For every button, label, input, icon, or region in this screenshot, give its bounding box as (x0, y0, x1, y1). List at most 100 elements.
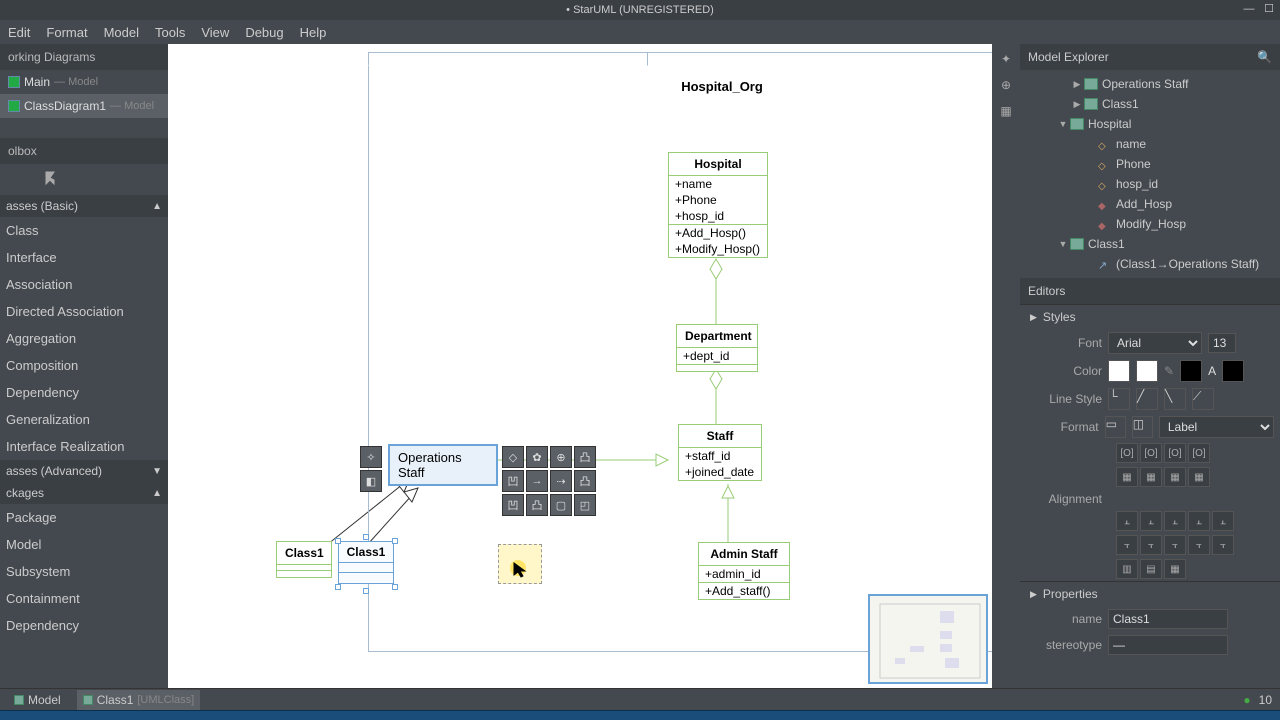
tree-node-operations-staff[interactable]: ▶Operations Staff (1020, 74, 1280, 94)
tool-subsystem[interactable]: Subsystem (0, 558, 168, 585)
fmt-btn[interactable]: [O] (1188, 443, 1210, 463)
nav-icon[interactable]: ⊕ (997, 76, 1015, 94)
tree-node-class1[interactable]: ▶Class1 (1020, 94, 1280, 114)
align-btn[interactable]: ⫟ (1140, 535, 1162, 555)
tool-association[interactable]: Association (0, 271, 168, 298)
tool-dependency[interactable]: Dependency (0, 379, 168, 406)
tool-composition[interactable]: Composition (0, 352, 168, 379)
toolbox-section-basic[interactable]: asses (Basic)▲ (0, 195, 168, 217)
quickedit-button[interactable]: ◧ (360, 470, 382, 492)
tool-dependency-pkg[interactable]: Dependency (0, 612, 168, 639)
fmt-btn[interactable]: ▦ (1116, 467, 1138, 487)
diagram-canvas[interactable]: Hospital_Org Hospital +name +Phone +hosp… (168, 44, 992, 688)
class-operations-staff[interactable]: Operations Staff (388, 444, 498, 486)
quickedit-button[interactable]: ⊕ (550, 446, 572, 468)
quickedit-button[interactable]: 凸 (574, 470, 596, 492)
align-btn[interactable]: ⫠ (1140, 511, 1162, 531)
quickedit-button[interactable]: ◰ (574, 494, 596, 516)
tree-node-relation[interactable]: (Class1→Operations Staff) (1020, 254, 1280, 274)
tree-node-modifyhosp[interactable]: Modify_Hosp (1020, 214, 1280, 234)
selection-handle[interactable] (363, 588, 369, 594)
class-class1-a[interactable]: Class1 (276, 541, 332, 578)
prop-name-input[interactable] (1108, 609, 1228, 629)
minimize-button[interactable]: — (1242, 2, 1256, 16)
align-btn[interactable]: ▦ (1164, 559, 1186, 579)
tree-node-phone[interactable]: Phone (1020, 154, 1280, 174)
toolbox-section-advanced[interactable]: asses (Advanced)▼ (0, 460, 168, 482)
select-tool[interactable] (0, 164, 168, 195)
extensions-icon[interactable]: ✦ (997, 50, 1015, 68)
class-hospital[interactable]: Hospital +name +Phone +hosp_id +Add_Hosp… (668, 152, 768, 258)
linestyle-btn[interactable]: ⟋ (1192, 388, 1214, 410)
linestyle-btn[interactable]: └ (1108, 388, 1130, 410)
tool-directed-association[interactable]: Directed Association (0, 298, 168, 325)
quickedit-button[interactable]: 凸 (526, 494, 548, 516)
properties-section[interactable]: ▶ Properties (1020, 581, 1280, 606)
class-class1-b[interactable]: Class1 (338, 541, 394, 584)
tree-node-hospital[interactable]: ▼Hospital (1020, 114, 1280, 134)
menu-help[interactable]: Help (300, 25, 327, 40)
align-btn[interactable]: ⫟ (1116, 535, 1138, 555)
menu-debug[interactable]: Debug (245, 25, 283, 40)
fmt-btn[interactable]: ▦ (1164, 467, 1186, 487)
selection-handle[interactable] (335, 538, 341, 544)
linestyle-btn[interactable]: ╲ (1164, 388, 1186, 410)
text-color-swatch[interactable] (1222, 360, 1244, 382)
quickedit-button[interactable]: ✧ (360, 446, 382, 468)
toolbox-section-packages[interactable]: ckages▲ (0, 482, 168, 504)
fmt-btn[interactable]: [O] (1164, 443, 1186, 463)
minimap[interactable] (868, 594, 988, 684)
align-btn[interactable]: ▤ (1140, 559, 1162, 579)
menu-format[interactable]: Format (46, 25, 87, 40)
maximize-button[interactable]: ☐ (1262, 2, 1276, 16)
class-staff[interactable]: Staff +staff_id +joined_date (678, 424, 762, 481)
linestyle-btn[interactable]: ╱ (1136, 388, 1158, 410)
search-icon[interactable]: 🔍 (1257, 50, 1272, 64)
class-admin-staff[interactable]: Admin Staff +admin_id +Add_staff() (698, 542, 790, 600)
quickedit-button[interactable]: 凸 (574, 446, 596, 468)
format-btn[interactable]: ▭ (1105, 416, 1126, 438)
fill-color-swatch[interactable] (1108, 360, 1130, 382)
class-department[interactable]: Department +dept_id (676, 324, 758, 372)
font-select[interactable]: Arial (1108, 332, 1202, 354)
align-btn[interactable]: ⫟ (1212, 535, 1234, 555)
selection-handle[interactable] (392, 538, 398, 544)
menu-model[interactable]: Model (104, 25, 139, 40)
tool-interface[interactable]: Interface (0, 244, 168, 271)
align-btn[interactable]: ▥ (1116, 559, 1138, 579)
quickedit-button[interactable]: 凹 (502, 470, 524, 492)
align-btn[interactable]: ⫠ (1164, 511, 1186, 531)
line-color-swatch[interactable] (1180, 360, 1202, 382)
diagram-item-main[interactable]: Main — Model (0, 70, 168, 94)
grid-icon[interactable]: ▦ (997, 102, 1015, 120)
tree-node-class1-2[interactable]: ▼Class1 (1020, 234, 1280, 254)
tree-node-name[interactable]: name (1020, 134, 1280, 154)
tool-model[interactable]: Model (0, 531, 168, 558)
quickedit-button[interactable]: ◇ (502, 446, 524, 468)
font-size-input[interactable] (1208, 333, 1236, 353)
align-btn[interactable]: ⫠ (1212, 511, 1234, 531)
selection-handle[interactable] (392, 584, 398, 590)
format-btn[interactable]: ◫ (1132, 416, 1153, 438)
diagram-item-classdiagram1[interactable]: ClassDiagram1 — Model (0, 94, 168, 118)
tool-package[interactable]: Package (0, 504, 168, 531)
selection-handle[interactable] (363, 534, 369, 540)
selection-handle[interactable] (335, 584, 341, 590)
prop-stereotype-input[interactable] (1108, 635, 1228, 655)
quickedit-button[interactable]: → (526, 470, 548, 492)
tool-aggregation[interactable]: Aggregation (0, 325, 168, 352)
menu-edit[interactable]: Edit (8, 25, 30, 40)
menu-view[interactable]: View (201, 25, 229, 40)
quickedit-button[interactable]: 凹 (502, 494, 524, 516)
quickedit-button[interactable]: ⇢ (550, 470, 572, 492)
tool-interface-realization[interactable]: Interface Realization (0, 433, 168, 460)
menu-tools[interactable]: Tools (155, 25, 185, 40)
tool-class[interactable]: Class (0, 217, 168, 244)
fill-color-swatch2[interactable] (1136, 360, 1158, 382)
align-btn[interactable]: ⫠ (1188, 511, 1210, 531)
fmt-btn[interactable]: [O] (1116, 443, 1138, 463)
tool-containment[interactable]: Containment (0, 585, 168, 612)
status-tab-model[interactable]: Model (8, 690, 67, 710)
tree-node-addhosp[interactable]: Add_Hosp (1020, 194, 1280, 214)
tree-node-hospid[interactable]: hosp_id (1020, 174, 1280, 194)
